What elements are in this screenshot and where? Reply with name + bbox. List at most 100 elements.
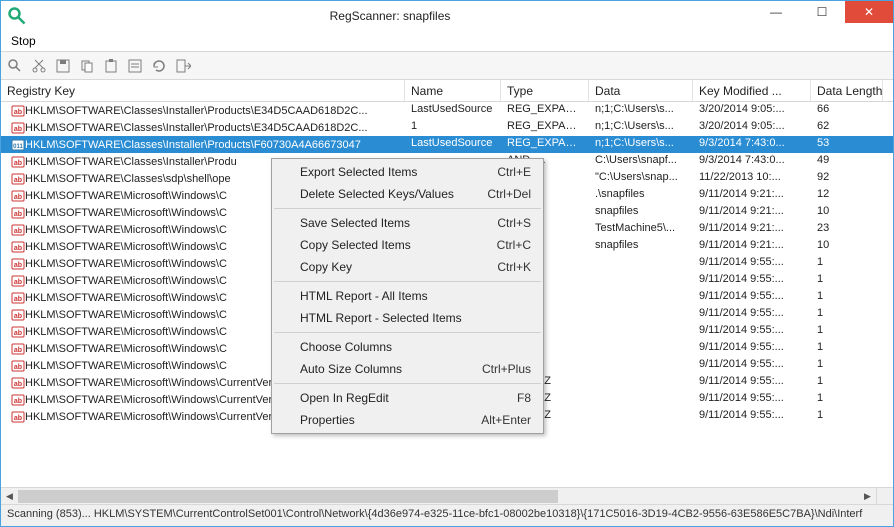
reg-value-icon: ab xyxy=(7,308,25,322)
col-name[interactable]: Name xyxy=(405,80,501,101)
cell-length: 1 xyxy=(811,357,883,374)
reg-value-icon: ab xyxy=(7,104,25,118)
cell-length: 1 xyxy=(811,391,883,408)
cell-length: 1 xyxy=(811,374,883,391)
menu-item[interactable]: Copy KeyCtrl+K xyxy=(272,256,543,278)
cell-data: C:\Users\snapf... xyxy=(589,153,693,170)
svg-text:ab: ab xyxy=(14,381,22,388)
menu-item[interactable]: Copy Selected ItemsCtrl+C xyxy=(272,234,543,256)
cell-data xyxy=(589,391,693,408)
cell-key: HKLM\SOFTWARE\Microsoft\Windows\C xyxy=(25,309,227,321)
cell-name: LastUsedSource xyxy=(405,102,501,119)
cell-modified: 9/11/2014 9:55:... xyxy=(693,374,811,391)
table-row[interactable]: abHKLM\SOFTWARE\Classes\Installer\Produc… xyxy=(1,102,893,119)
scroll-track[interactable] xyxy=(18,488,859,504)
col-data-length[interactable]: Data Length xyxy=(811,80,883,101)
menu-item[interactable]: PropertiesAlt+Enter xyxy=(272,409,543,431)
svg-text:ab: ab xyxy=(14,109,22,116)
toolbar-properties-icon[interactable] xyxy=(125,56,145,76)
menu-item[interactable]: Choose Columns xyxy=(272,336,543,358)
col-type[interactable]: Type xyxy=(501,80,589,101)
list-header: Registry Key Name Type Data Key Modified… xyxy=(1,80,893,102)
menu-item-label: Auto Size Columns xyxy=(300,362,402,376)
reg-value-icon: ab xyxy=(7,274,25,288)
menu-item[interactable]: Export Selected Items Ctrl+E xyxy=(272,161,543,183)
cell-key: HKLM\SOFTWARE\Microsoft\Windows\C xyxy=(25,224,227,236)
cell-modified: 9/11/2014 9:55:... xyxy=(693,391,811,408)
reg-value-icon: ab xyxy=(7,189,25,203)
toolbar-refresh-icon[interactable] xyxy=(149,56,169,76)
cell-modified: 3/20/2014 9:05:... xyxy=(693,102,811,119)
reg-value-icon: ab xyxy=(7,342,25,356)
menu-separator xyxy=(274,208,541,209)
cell-length: 1 xyxy=(811,340,883,357)
cell-key: HKLM\SOFTWARE\Classes\sdp\shell\ope xyxy=(25,173,231,185)
table-row[interactable]: 011HKLM\SOFTWARE\Classes\Installer\Produ… xyxy=(1,136,893,153)
menu-item-label: Delete Selected Keys/Values xyxy=(300,187,454,201)
menu-item[interactable]: HTML Report - Selected Items xyxy=(272,307,543,329)
menu-item-shortcut: F8 xyxy=(493,391,531,405)
scroll-left-icon[interactable]: ◀ xyxy=(1,488,18,504)
minimize-button[interactable]: — xyxy=(753,1,799,23)
cell-key: HKLM\SOFTWARE\Classes\Installer\Products… xyxy=(25,105,368,117)
toolbar-cut-icon[interactable] xyxy=(29,56,49,76)
menu-item-shortcut: Ctrl+Del xyxy=(463,187,531,201)
menu-item[interactable]: Open In RegEditF8 xyxy=(272,387,543,409)
cell-length: 1 xyxy=(811,289,883,306)
toolbar-save-icon[interactable] xyxy=(53,56,73,76)
cell-data: n;1;C:\Users\s... xyxy=(589,119,693,136)
menu-item-shortcut: Ctrl+C xyxy=(473,238,531,252)
cell-key: HKLM\SOFTWARE\Microsoft\Windows\C xyxy=(25,190,227,202)
menu-item-shortcut: Ctrl+E xyxy=(473,165,531,179)
cell-data xyxy=(589,272,693,289)
menu-stop[interactable]: Stop xyxy=(5,32,42,50)
cell-modified: 9/11/2014 9:55:... xyxy=(693,272,811,289)
cell-key: HKLM\SOFTWARE\Microsoft\Windows\C xyxy=(25,258,227,270)
close-button[interactable]: ✕ xyxy=(845,1,893,23)
toolbar-paste-icon[interactable] xyxy=(101,56,121,76)
reg-value-icon: ab xyxy=(7,325,25,339)
toolbar-copy-icon[interactable] xyxy=(77,56,97,76)
col-key-modified[interactable]: Key Modified ... xyxy=(693,80,811,101)
reg-value-icon: ab xyxy=(7,155,25,169)
svg-text:ab: ab xyxy=(14,279,22,286)
col-registry-key[interactable]: Registry Key xyxy=(1,80,405,101)
menu-item[interactable]: Delete Selected Keys/Values Ctrl+Del xyxy=(272,183,543,205)
toolbar-exit-icon[interactable] xyxy=(173,56,193,76)
reg-value-icon: ab xyxy=(7,172,25,186)
cell-data xyxy=(589,323,693,340)
table-row[interactable]: abHKLM\SOFTWARE\Classes\Installer\Produc… xyxy=(1,119,893,136)
cell-length: 53 xyxy=(811,136,883,153)
menu-item-label: Export Selected Items xyxy=(300,165,417,179)
reg-value-icon: ab xyxy=(7,359,25,373)
maximize-button[interactable]: ☐ xyxy=(799,1,845,23)
svg-text:ab: ab xyxy=(14,313,22,320)
app-icon xyxy=(7,6,27,26)
menu-item-shortcut: Alt+Enter xyxy=(457,413,531,427)
cell-modified: 9/3/2014 7:43:0... xyxy=(693,153,811,170)
status-bar: Scanning (853)... HKLM\SYSTEM\CurrentCon… xyxy=(1,504,893,526)
toolbar-search-icon[interactable] xyxy=(5,56,25,76)
cell-data: .\snapfiles xyxy=(589,187,693,204)
scroll-right-icon[interactable]: ▶ xyxy=(859,488,876,504)
scroll-thumb[interactable] xyxy=(18,490,558,503)
menu-item[interactable]: HTML Report - All Items xyxy=(272,285,543,307)
cell-modified: 9/3/2014 7:43:0... xyxy=(693,136,811,153)
cell-key: HKLM\SOFTWARE\Microsoft\Windows\C xyxy=(25,207,227,219)
cell-key: HKLM\SOFTWARE\Microsoft\Windows\C xyxy=(25,275,227,287)
cell-modified: 9/11/2014 9:21:... xyxy=(693,238,811,255)
cell-type: REG_EXPAND_... xyxy=(501,136,589,153)
horizontal-scrollbar[interactable]: ◀ ▶ xyxy=(1,487,876,504)
cell-length: 66 xyxy=(811,102,883,119)
cell-length: 49 xyxy=(811,153,883,170)
cell-data: "C:\Users\snap... xyxy=(589,170,693,187)
menu-item[interactable]: Auto Size ColumnsCtrl+Plus xyxy=(272,358,543,380)
cell-length: 10 xyxy=(811,238,883,255)
svg-text:ab: ab xyxy=(14,398,22,405)
svg-text:ab: ab xyxy=(14,347,22,354)
cell-modified: 3/20/2014 9:05:... xyxy=(693,119,811,136)
svg-text:ab: ab xyxy=(14,415,22,422)
cell-data xyxy=(589,408,693,425)
menu-item[interactable]: Save Selected ItemsCtrl+S xyxy=(272,212,543,234)
col-data[interactable]: Data xyxy=(589,80,693,101)
